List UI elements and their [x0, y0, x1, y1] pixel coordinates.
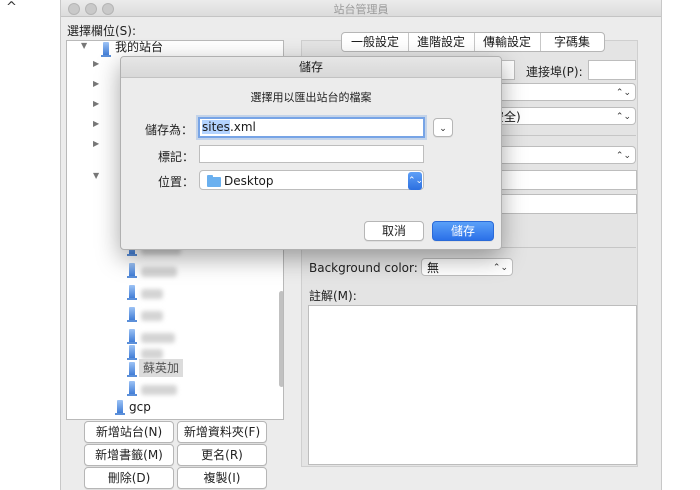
site-icon — [127, 329, 137, 344]
site-icon — [127, 307, 137, 322]
blurred-site-name[interactable] — [141, 385, 177, 395]
tree-root[interactable]: 我的站台 — [115, 41, 163, 56]
tab-advanced[interactable]: 進階設定 — [408, 33, 475, 51]
port-field[interactable] — [588, 60, 636, 80]
expand-triangle-icon[interactable]: ▶ — [93, 119, 99, 128]
blurred-site-name[interactable] — [141, 311, 163, 321]
tree-site-item[interactable]: gcp — [129, 398, 151, 416]
location-select[interactable]: Desktop ⌃⌄ — [199, 170, 424, 190]
save-dialog: 儲存 選擇用以匯出站台的檔案 儲存為： sites.xml ⌄ 標記： 位置： … — [120, 56, 502, 250]
port-label: 連接埠(P): — [526, 65, 583, 79]
tab-general[interactable]: 一般設定 — [342, 33, 409, 51]
logon-type-select[interactable]: ⌃⌄ — [481, 146, 636, 164]
comments-textarea[interactable] — [308, 305, 637, 465]
dialog-subtitle: 選擇用以匯出站台的檔案 — [250, 91, 372, 104]
blurred-site-name[interactable] — [141, 267, 177, 277]
encryption-select[interactable]: 安全) ⌃⌄ — [481, 107, 636, 125]
filename-input[interactable]: sites.xml — [198, 117, 425, 138]
collapse-triangle-icon[interactable]: ▼ — [81, 41, 87, 50]
tab-charset[interactable]: 字碼集 — [540, 33, 604, 51]
duplicate-button[interactable]: 複製(I) — [177, 467, 267, 489]
expand-dialog-button[interactable]: ⌄ — [433, 118, 453, 137]
title-bar: 站台管理員 — [61, 0, 661, 17]
tree-site-item[interactable]: 蘇英加 — [139, 359, 184, 377]
filename-selected-text: sites — [202, 120, 230, 134]
host-field[interactable] — [501, 60, 515, 80]
site-icon — [115, 400, 125, 415]
blurred-site-name[interactable] — [141, 349, 163, 359]
settings-tabs: 一般設定 進階設定 傳輸設定 字碼集 — [341, 32, 605, 52]
new-bookmark-button[interactable]: 新增書籤(M) — [84, 444, 174, 466]
updown-chevron-icon: ⌃⌄ — [615, 88, 631, 98]
updown-chevron-icon: ⌃⌄ — [615, 112, 631, 122]
expand-triangle-icon[interactable]: ▶ — [93, 79, 99, 88]
back-icon[interactable]: ^ — [6, 0, 17, 15]
background-color-value: 無 — [427, 261, 440, 275]
save-as-label: 儲存為： — [145, 123, 194, 137]
updown-chevron-icon: ⌃⌄ — [408, 172, 423, 190]
blurred-site-name[interactable] — [141, 289, 163, 299]
updown-chevron-icon: ⌃⌄ — [615, 151, 631, 161]
location-label: 位置： — [158, 175, 195, 189]
tags-input[interactable] — [199, 145, 424, 163]
protocol-select[interactable]: ⌃⌄ — [481, 83, 636, 101]
site-icon — [127, 345, 137, 360]
background-color-label: Background color: — [309, 261, 418, 275]
collapse-triangle-icon[interactable]: ▼ — [93, 171, 99, 180]
expand-triangle-icon[interactable]: ▶ — [93, 59, 99, 68]
user-field[interactable] — [481, 170, 637, 190]
site-icon — [127, 381, 137, 396]
background-color-select[interactable]: 無 ⌃⌄ — [421, 258, 513, 276]
rename-button[interactable]: 更名(R) — [177, 444, 267, 466]
select-entry-label: 選擇欄位(S): — [67, 24, 137, 38]
tree-scrollbar[interactable] — [279, 291, 283, 387]
password-field[interactable] — [481, 194, 637, 214]
tags-label: 標記： — [158, 150, 195, 164]
updown-chevron-icon: ⌃⌄ — [492, 263, 508, 273]
cancel-button[interactable]: 取消 — [364, 221, 424, 241]
chevron-down-icon: ⌄ — [439, 124, 447, 134]
blurred-site-name[interactable] — [141, 333, 175, 343]
site-icon — [127, 263, 137, 278]
new-site-button[interactable]: 新增站台(N) — [84, 421, 174, 443]
tab-transfer[interactable]: 傳輸設定 — [474, 33, 541, 51]
comments-label: 註解(M): — [309, 289, 357, 303]
location-value: Desktop — [224, 174, 274, 188]
site-icon — [127, 362, 137, 377]
folder-icon — [101, 42, 111, 57]
separator — [481, 135, 636, 136]
site-icon — [127, 285, 137, 300]
dialog-title: 儲存 — [121, 57, 501, 78]
new-folder-button[interactable]: 新增資料夾(F) — [177, 421, 267, 443]
folder-icon — [207, 175, 221, 187]
expand-triangle-icon[interactable]: ▶ — [93, 139, 99, 148]
delete-button[interactable]: 刪除(D) — [84, 467, 174, 489]
window-title: 站台管理員 — [333, 3, 389, 16]
filename-extension: .xml — [229, 120, 256, 134]
save-button[interactable]: 儲存 — [432, 221, 494, 241]
expand-triangle-icon[interactable]: ▶ — [93, 99, 99, 108]
